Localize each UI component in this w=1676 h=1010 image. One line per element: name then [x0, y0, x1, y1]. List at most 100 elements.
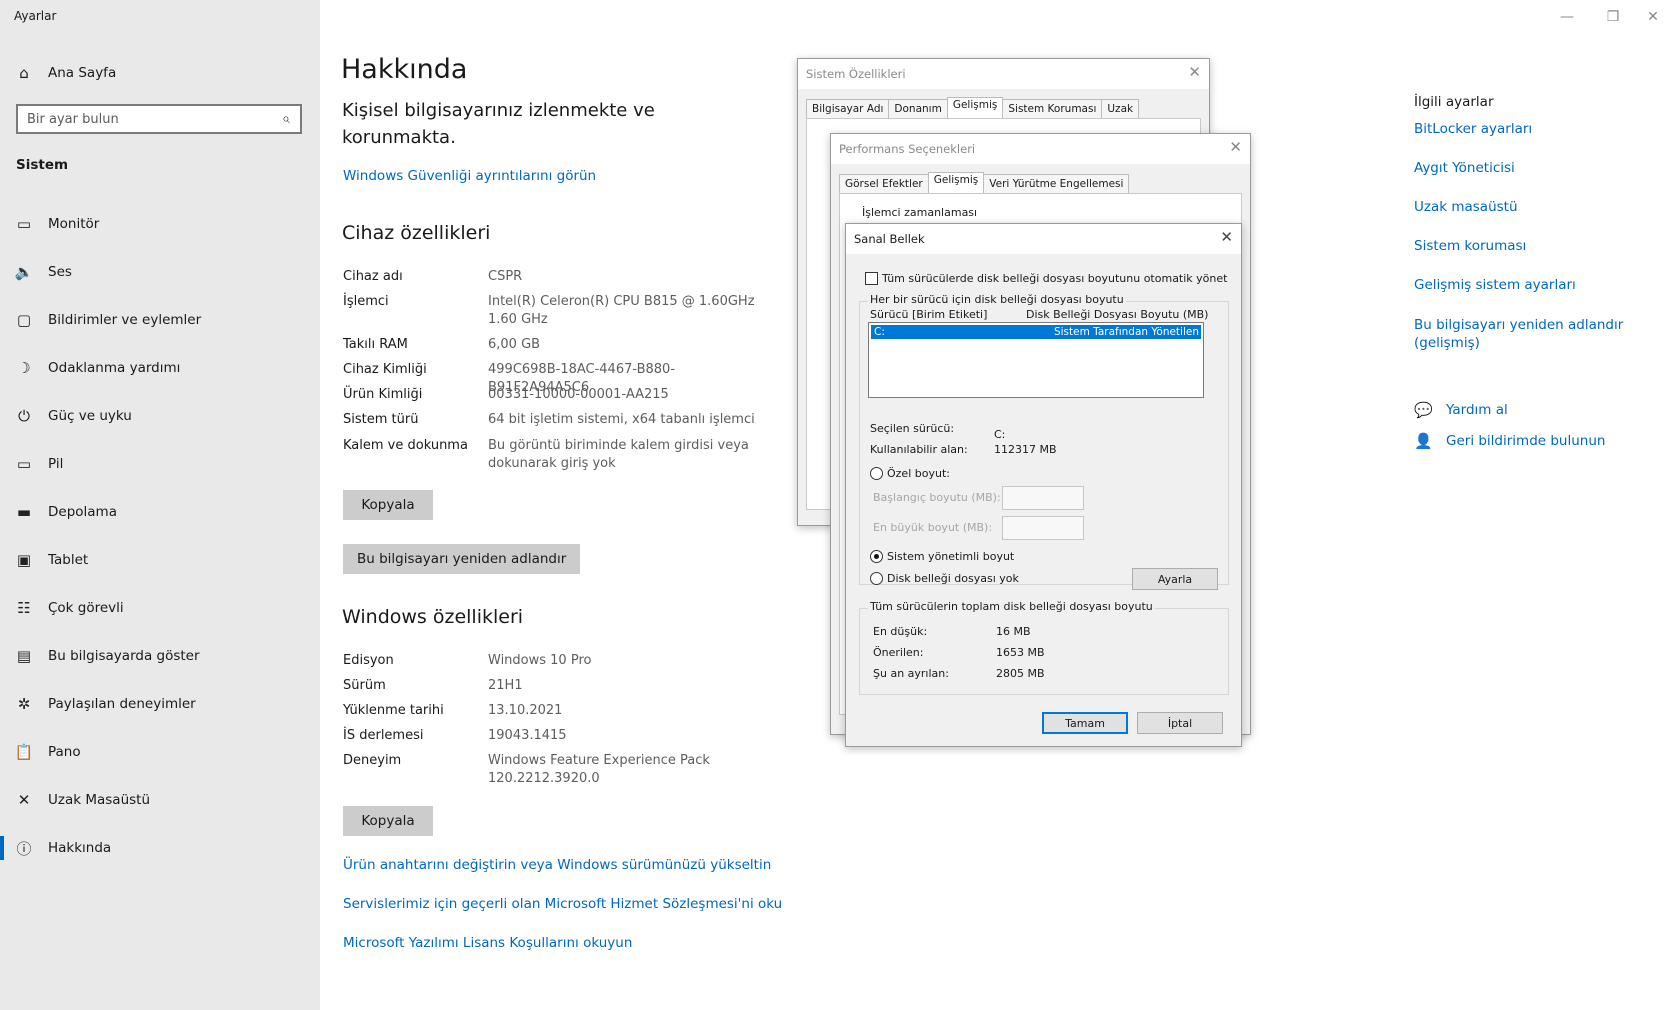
home-nav-item[interactable]: ⌂ Ana Sayfa	[0, 60, 320, 86]
drive-letter: C:	[874, 326, 885, 338]
sidebar-item-notifications[interactable]: ▢ Bildirimler ve eylemler	[0, 296, 320, 344]
search-icon[interactable]: ⌕	[272, 111, 300, 127]
info-icon: ⓘ	[16, 839, 32, 858]
set-button[interactable]: Ayarla	[1132, 568, 1218, 590]
dialog-title: Sistem Özellikleri	[806, 67, 906, 81]
tab-advanced[interactable]: Gelişmiş	[946, 97, 1004, 118]
change-product-key-link[interactable]: Ürün anahtarını değiştirin veya Windows …	[343, 857, 771, 873]
sidebar-nav: ▭ Monitör 🔈 Ses ▢ Bildirimler ve eylemler ☽…	[0, 200, 320, 872]
service-agreement-link[interactable]: Servislerimiz için geçerli olan Microsof…	[343, 896, 782, 912]
copy-windows-specs-button[interactable]: Kopyala	[343, 806, 433, 836]
spec-key: Cihaz adı	[343, 269, 403, 284]
sidebar-item-label: Uzak Masaüstü	[48, 792, 151, 808]
search-box[interactable]: ⌕	[16, 104, 302, 134]
sidebar-item-remote[interactable]: ✕ Uzak Masaüstü	[0, 776, 320, 824]
spec-key: Deneyim	[343, 753, 402, 768]
sidebar-item-multitask[interactable]: ☷ Çok görevli	[0, 584, 320, 632]
home-label: Ana Sayfa	[48, 65, 117, 81]
windows-specs-heading: Windows özellikleri	[342, 606, 524, 628]
license-terms-link[interactable]: Microsoft Yazılımı Lisans Koşullarını ok…	[343, 935, 632, 951]
drive-list-row-selected[interactable]: C: Sistem Tarafından Yönetilen	[871, 325, 1201, 339]
sidebar-item-about[interactable]: ⓘ Hakkında	[0, 824, 320, 872]
bitlocker-link[interactable]: BitLocker ayarları	[1414, 120, 1654, 138]
tab-computer-name[interactable]: Bilgisayar Adı	[806, 99, 890, 118]
close-icon[interactable]: ✕	[1220, 228, 1233, 246]
remote-icon: ✕	[17, 791, 31, 809]
sidebar-item-battery[interactable]: ▭ Pil	[0, 440, 320, 488]
tab-remote[interactable]: Uzak	[1101, 99, 1140, 118]
advanced-system-settings-link[interactable]: Gelişmiş sistem ayarları	[1414, 276, 1654, 294]
share-icon: ✲	[17, 695, 31, 713]
device-specs-heading: Cihaz özellikleri	[342, 222, 491, 244]
radio-dot[interactable]	[870, 572, 883, 585]
sidebar-item-label: Güç ve uyku	[48, 408, 132, 424]
radio-dot[interactable]	[870, 467, 883, 480]
close-button[interactable]: ✕	[1630, 4, 1676, 30]
auto-manage-checkbox[interactable]: Tüm sürücülerde disk belleği dosyası boy…	[865, 272, 1227, 285]
initial-size-input[interactable]	[1002, 486, 1084, 510]
spec-value: 21H1	[488, 678, 523, 693]
security-details-link[interactable]: Windows Güvenliği ayrıntılarını görün	[343, 168, 596, 184]
ok-button[interactable]: Tamam	[1042, 712, 1128, 734]
rename-pc-advanced-link[interactable]: Bu bilgisayarı yeniden adlandır (gelişmi…	[1414, 316, 1654, 352]
close-icon[interactable]: ✕	[1188, 63, 1201, 81]
max-size-label: En büyük boyut (MB):	[873, 521, 993, 534]
sidebar-item-sound[interactable]: 🔈 Ses	[0, 248, 320, 296]
sidebar-item-label: Bildirimler ve eylemler	[48, 312, 202, 328]
drive-list[interactable]: C: Sistem Tarafından Yönetilen	[868, 322, 1204, 398]
section-heading: Sistem	[16, 157, 69, 173]
sidebar-item-focus[interactable]: ☽ Odaklanma yardımı	[0, 344, 320, 392]
cancel-button[interactable]: İptal	[1137, 712, 1223, 734]
system-protection-link[interactable]: Sistem koruması	[1414, 237, 1654, 255]
no-paging-file-radio[interactable]: Disk belleği dosyası yok	[870, 572, 1019, 585]
storage-icon: ▬	[16, 503, 32, 521]
spec-value: Intel(R) Celeron(R) CPU B815 @ 1.60GHz 1…	[488, 294, 755, 327]
minimum-label: En düşük:	[873, 625, 928, 638]
close-icon[interactable]: ✕	[1229, 138, 1242, 156]
monitor-icon: ▭	[16, 215, 32, 233]
sidebar-item-clipboard[interactable]: 📋 Pano	[0, 728, 320, 776]
sidebar-item-monitor[interactable]: ▭ Monitör	[0, 200, 320, 248]
sidebar: Ayarlar ⌂ Ana Sayfa ⌕ Sistem ▭ Monitör 🔈 S…	[0, 0, 320, 1010]
spec-key: Edisyon	[343, 653, 394, 668]
sidebar-item-power[interactable]: ⏻ Güç ve uyku	[0, 392, 320, 440]
tab-hardware[interactable]: Donanım	[888, 99, 948, 118]
sidebar-item-shared[interactable]: ✲ Paylaşılan deneyimler	[0, 680, 320, 728]
system-managed-radio[interactable]: Sistem yönetimli boyut	[870, 550, 1014, 563]
recommended-label: Önerilen:	[873, 646, 924, 659]
rename-pc-button[interactable]: Bu bilgisayarı yeniden adlandır	[343, 544, 581, 574]
max-size-input[interactable]	[1002, 516, 1084, 540]
sidebar-item-label: Hakkında	[48, 840, 112, 856]
main-content: Hakkında Kişisel bilgisayarınız izlenmek…	[340, 0, 782, 1010]
radio-dot-selected[interactable]	[870, 550, 883, 563]
remote-desktop-link[interactable]: Uzak masaüstü	[1414, 198, 1654, 216]
custom-size-radio[interactable]: Özel boyut:	[870, 467, 950, 480]
spec-value: CSPR	[488, 269, 523, 284]
sidebar-item-tablet[interactable]: ▣ Tablet	[0, 536, 320, 584]
dialog-title: Performans Seçenekleri	[839, 142, 976, 156]
page-title: Hakkında	[341, 54, 468, 85]
device-manager-link[interactable]: Aygıt Yöneticisi	[1414, 159, 1654, 177]
custom-size-label: Özel boyut:	[887, 467, 950, 480]
minimize-button[interactable]: —	[1544, 4, 1590, 30]
sidebar-item-label: Pil	[48, 456, 64, 472]
tab-system-protection[interactable]: Sistem Koruması	[1002, 99, 1103, 118]
clipboard-icon: 📋	[14, 743, 34, 761]
tab-dep[interactable]: Veri Yürütme Engellemesi	[983, 174, 1130, 193]
checkbox-box[interactable]	[865, 272, 878, 285]
give-feedback-link[interactable]: 👤 Geri bildirimde bulunun	[1414, 432, 1605, 450]
search-input[interactable]	[18, 110, 272, 128]
get-help-link[interactable]: 💬 Yardım al	[1414, 401, 1508, 419]
tab-advanced[interactable]: Gelişmiş	[927, 172, 985, 193]
tab-visual-effects[interactable]: Görsel Efektler	[839, 174, 929, 193]
drive-paging-size: Sistem Tarafından Yönetilen	[1053, 326, 1199, 338]
sidebar-item-label: Monitör	[48, 216, 100, 232]
sidebar-item-label: Pano	[48, 744, 81, 760]
sidebar-item-storage[interactable]: ▬ Depolama	[0, 488, 320, 536]
multitask-icon: ☷	[17, 599, 31, 617]
copy-device-specs-button[interactable]: Kopyala	[343, 490, 433, 520]
sidebar-item-project[interactable]: ▤ Bu bilgisayarda göster	[0, 632, 320, 680]
home-icon: ⌂	[19, 64, 29, 82]
spec-key: İS derlemesi	[343, 728, 424, 743]
moon-icon: ☽	[17, 359, 31, 377]
